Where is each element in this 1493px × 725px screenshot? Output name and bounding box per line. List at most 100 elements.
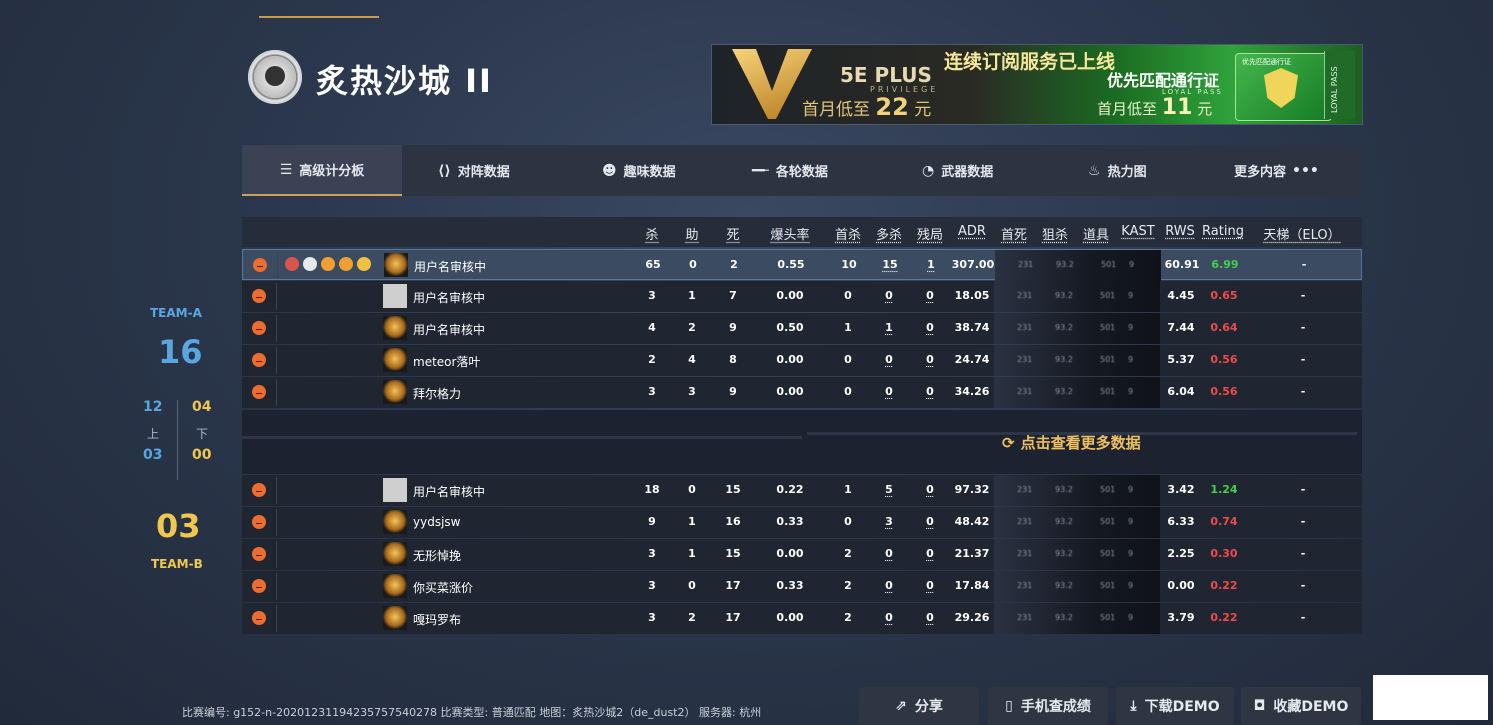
top-nav-item[interactable]: ····· <box>410 0 437 6</box>
stat-clutch[interactable]: 0 <box>926 547 934 560</box>
tab-versus-data[interactable]: ⟨⟩ 对阵数据 <box>438 145 510 196</box>
column-header[interactable]: 天梯（ELO） <box>1263 224 1340 243</box>
stat-multi[interactable]: 0 <box>885 353 893 366</box>
player-name[interactable]: 嘎玛罗布 <box>413 611 461 628</box>
stat-elo: - <box>1300 289 1306 302</box>
table-row[interactable]: 拜尔格力 3 3 9 0.00 0 0 0 34.26 231 93.2 501 9 6.04 0.56 - <box>242 377 1362 408</box>
tab-weapon-data[interactable]: ◔ 武器数据 <box>922 145 993 196</box>
top-nav-item[interactable]: ····· <box>735 0 762 6</box>
share-button[interactable]: ⇗ 分享 <box>859 687 979 725</box>
stat-clutch[interactable]: 0 <box>926 385 934 398</box>
tab-more-content[interactable]: 更多内容 ••• <box>1234 145 1319 196</box>
top-nav-item[interactable]: ····· <box>614 0 641 6</box>
tab-heatmap[interactable]: ♨ 热力图 <box>1088 145 1147 196</box>
blurred-premium-stats[interactable]: 231 93.2 501 9 <box>994 539 1160 570</box>
stat-multi[interactable]: 0 <box>885 547 893 560</box>
table-row[interactable]: 无形悼挽 3 1 15 0.00 2 0 0 21.37 231 93.2 501 9 2.25 0.30 - <box>242 539 1362 570</box>
tab-fun-data[interactable]: ☻ 趣味数据 <box>602 145 676 196</box>
player-name[interactable]: 用户名审核中 <box>413 483 485 500</box>
stat-clutch[interactable]: 0 <box>926 579 934 592</box>
avatar[interactable] <box>383 380 407 404</box>
column-header[interactable]: 残局 <box>917 224 943 243</box>
stat-clutch[interactable]: 0 <box>926 515 934 528</box>
stat-clutch[interactable]: 0 <box>926 483 934 496</box>
stat-elo: - <box>1300 547 1306 560</box>
column-header[interactable]: 首杀 <box>835 224 861 243</box>
view-more-data-link[interactable]: ⟳ 点击查看更多数据 <box>1002 432 1141 453</box>
column-header[interactable]: 死 <box>726 224 739 243</box>
blurred-premium-stats[interactable]: 231 93.2 501 9 <box>994 281 1160 312</box>
blurred-premium-stats[interactable]: 231 93.2 501 9 <box>994 313 1160 344</box>
column-header[interactable]: ADR <box>958 224 986 239</box>
stat-clutch[interactable]: 0 <box>926 611 934 624</box>
avatar[interactable] <box>383 284 407 308</box>
player-name[interactable]: 你买菜涨价 <box>413 579 473 596</box>
avatar[interactable] <box>383 574 407 598</box>
column-header[interactable]: 杀 <box>645 224 658 243</box>
stat-multi[interactable]: 0 <box>885 289 893 302</box>
top-nav-item[interactable]: ····· <box>160 0 187 6</box>
stat-multi[interactable]: 1 <box>885 321 893 334</box>
player-name[interactable]: meteor落叶 <box>413 353 480 370</box>
column-header[interactable]: Rating <box>1202 224 1244 239</box>
column-header[interactable]: 狙杀 <box>1042 224 1068 243</box>
table-row[interactable]: 嘎玛罗布 3 2 17 0.00 2 0 0 29.26 231 93.2 501 9 3.79 0.22 - <box>242 603 1362 634</box>
column-header[interactable]: 助 <box>685 224 698 243</box>
avatar[interactable] <box>383 542 407 566</box>
stat-clutch[interactable]: 1 <box>927 258 935 271</box>
top-nav-item[interactable]: ···· <box>955 0 976 6</box>
blurred-premium-stats[interactable]: 231 93.2 501 9 <box>994 603 1160 634</box>
table-row[interactable]: 你买菜涨价 3 0 17 0.33 2 0 0 17.84 231 93.2 501 9 0.00 0.22… <box>242 571 1362 602</box>
stat-multi[interactable]: 0 <box>885 579 893 592</box>
blurred-premium-stats[interactable]: 231 93.2 501 9 <box>994 377 1160 408</box>
blurred-premium-stats[interactable]: 231 93.2 501 9 <box>994 475 1160 506</box>
half-divider <box>177 400 178 480</box>
avatar[interactable] <box>383 478 407 502</box>
blurred-premium-stats[interactable]: 231 93.2 501 9 <box>995 250 1161 281</box>
tab-advanced-scoreboard[interactable]: ☰ 高级计分板 <box>242 145 402 196</box>
stat-clutch[interactable]: 0 <box>926 321 934 334</box>
column-header[interactable]: 首死 <box>1001 224 1027 243</box>
player-name[interactable]: 用户名审核中 <box>413 289 485 306</box>
mobile-results-button[interactable]: ▯ 手机查成绩 <box>988 687 1108 725</box>
stat-multi[interactable]: 5 <box>885 483 893 496</box>
player-name[interactable]: 无形悼挽 <box>413 547 461 564</box>
column-header[interactable]: 道具 <box>1083 224 1109 243</box>
stat-clutch[interactable]: 0 <box>926 353 934 366</box>
table-row[interactable]: 用户名审核中 4 2 9 0.50 1 1 0 38.74 231 93.2 501 9 7.44 0.64… <box>242 313 1362 344</box>
top-nav-item[interactable]: ···· <box>853 0 874 6</box>
top-nav-item[interactable]: ···· <box>528 0 549 6</box>
avatar[interactable] <box>383 316 407 340</box>
column-header[interactable]: RWS <box>1165 224 1195 239</box>
favorite-demo-button[interactable]: ◘ 收藏DEMO <box>1241 687 1361 725</box>
blurred-premium-stats[interactable]: 231 93.2 501 9 <box>994 571 1160 602</box>
avatar[interactable] <box>383 348 407 372</box>
avatar[interactable] <box>384 253 408 277</box>
tab-round-data[interactable]: ━╾ 各轮数据 <box>752 145 828 196</box>
stat-clutch[interactable]: 0 <box>926 289 934 302</box>
stat-multi[interactable]: 15 <box>882 258 897 271</box>
player-name[interactable]: 拜尔格力 <box>413 385 461 402</box>
player-name[interactable]: 用户名审核中 <box>413 321 485 338</box>
blurred-premium-stats[interactable]: 231 93.2 501 9 <box>994 345 1160 376</box>
player-name[interactable]: 用户名审核中 <box>414 258 486 275</box>
table-row[interactable]: yydsjsw 9 1 16 0.33 0 3 0 48.42 231 93.2 501 9 6.33 0.… <box>242 507 1362 538</box>
blurred-premium-stats[interactable]: 231 93.2 501 9 <box>994 507 1160 538</box>
download-demo-button[interactable]: ⤓ 下载DEMO <box>1116 687 1234 725</box>
stat-multi[interactable]: 0 <box>885 385 893 398</box>
stat-rws: 5.37 <box>1167 353 1195 366</box>
stat-multi[interactable]: 0 <box>885 611 893 624</box>
table-row[interactable]: meteor落叶 2 4 8 0.00 0 0 0 24.74 231 93.2 501 9 5.37 0.… <box>242 345 1362 376</box>
column-header[interactable]: KAST <box>1121 224 1154 239</box>
column-header[interactable]: 多杀 <box>876 224 902 243</box>
player-name[interactable]: yydsjsw <box>413 515 460 529</box>
stat-multi[interactable]: 3 <box>885 515 893 528</box>
table-row[interactable]: 用户名审核中 18 0 15 0.22 1 5 0 97.32 231 93.2 501 9 3.42 1.… <box>242 475 1362 506</box>
table-row[interactable]: 用户名审核中 3 1 7 0.00 0 0 0 18.05 231 93.2 501 9 4.45 0.65… <box>242 281 1362 312</box>
promo-banner[interactable]: 5E PLUS PRIVILEGE 首月低至 22 元 连续订阅服务已上线 优先… <box>711 44 1363 125</box>
avatar[interactable] <box>383 510 407 534</box>
top-nav-item-active[interactable]: ····· <box>272 0 299 6</box>
column-header[interactable]: 爆头率 <box>770 224 809 243</box>
avatar[interactable] <box>383 606 407 630</box>
table-row[interactable]: 用户名审核中 65 0 2 0.55 10 15 1 307.00 231 93.2 501 9 60.9… <box>242 249 1362 281</box>
